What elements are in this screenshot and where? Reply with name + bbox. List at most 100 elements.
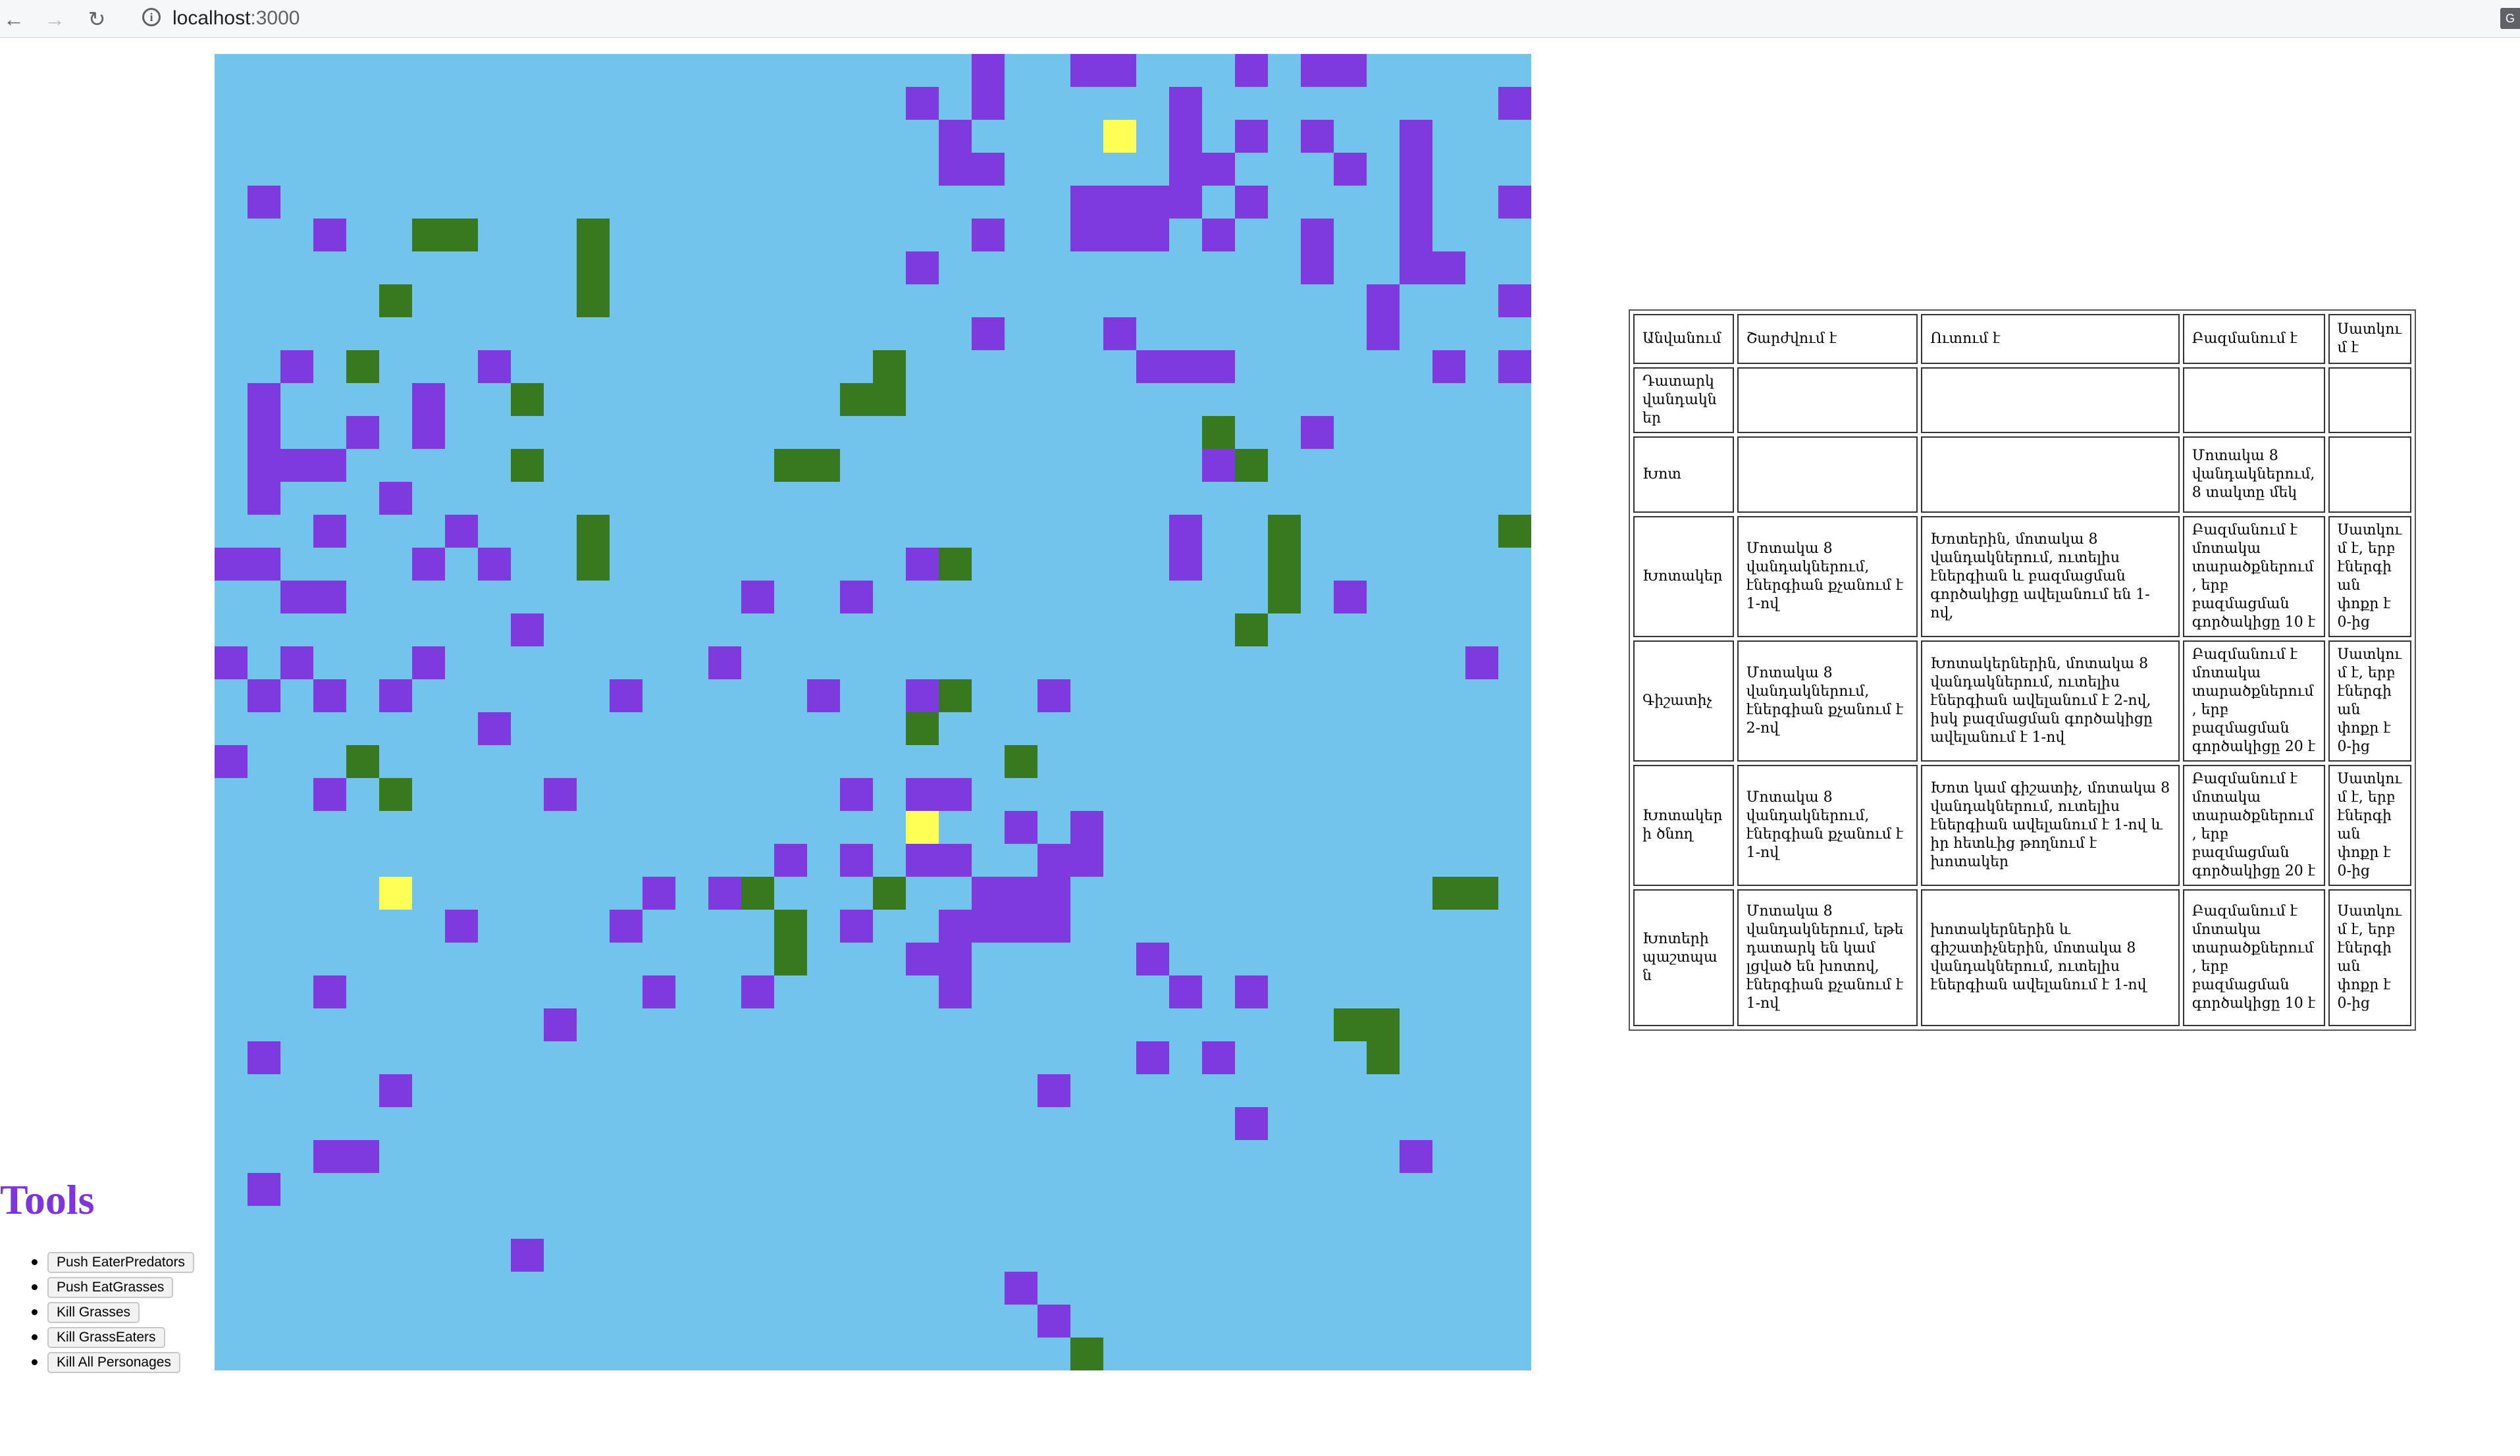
grass-cell — [906, 712, 939, 745]
grass-cell — [741, 877, 774, 910]
grass-cell — [1005, 745, 1037, 778]
list-item: Push EaterPredators — [47, 1249, 194, 1274]
grass-eater-cell — [1301, 219, 1334, 251]
kill-all-personages-button[interactable]: Kill All Personages — [47, 1352, 180, 1374]
grass-eater-cell — [248, 1041, 280, 1074]
url-text[interactable]: localhost:3000 — [172, 7, 300, 30]
grass-eater-cell — [248, 482, 280, 515]
predator-cell — [379, 877, 412, 910]
forward-icon[interactable]: → — [41, 5, 68, 33]
grass-cell — [774, 910, 807, 943]
address-bar[interactable]: i localhost:3000 — [126, 3, 2444, 34]
table-cell: Խոտերին, մոտակա 8 վանդակներում, ուտելիս … — [1921, 516, 2180, 637]
grass-eater-cell — [1400, 153, 1432, 186]
grass-cell — [577, 284, 610, 317]
back-icon[interactable]: ← — [0, 5, 28, 33]
grass-eater-cell — [643, 877, 675, 910]
grass-eater-cell — [248, 186, 280, 219]
grass-cell — [774, 943, 807, 975]
table-header-cell: Բազմանում է — [2182, 314, 2325, 364]
reload-icon[interactable]: ↻ — [83, 5, 111, 33]
grass-eater-cell — [939, 910, 972, 943]
grass-eater-cell — [840, 778, 873, 811]
grass-eater-cell — [478, 350, 511, 383]
grass-cell — [1235, 449, 1268, 482]
grass-eater-cell — [1400, 1140, 1432, 1173]
grass-eater-cell — [313, 679, 346, 712]
grass-cell — [840, 383, 873, 416]
table-cell: Մոտակա 8 վանդակներում, էներգիան քչանում … — [1737, 640, 1918, 762]
grass-eater-cell — [1498, 87, 1531, 120]
grass-eater-cell — [1235, 1107, 1268, 1140]
grass-eater-cell — [412, 416, 445, 449]
grass-eater-cell — [1136, 186, 1169, 219]
table-header-cell: Սատկում է — [2328, 314, 2411, 364]
table-cell: Սատկում է, երբ էներգիան փոքր է 0-ից — [2328, 889, 2411, 1026]
grass-eater-cell — [939, 943, 972, 975]
grass-eater-cell — [544, 1008, 577, 1041]
table-cell: Խոտակերի ծնող — [1633, 765, 1734, 886]
grass-eater-cell — [840, 844, 873, 877]
grass-cell — [873, 350, 906, 383]
site-info-icon[interactable]: i — [142, 8, 161, 26]
grass-eater-cell — [1070, 811, 1103, 844]
grass-eater-cell — [643, 975, 675, 1008]
table-header-row: Անվանում Շարժվում է Ուտում է Բազմանում է… — [1633, 314, 2411, 364]
grass-cell — [346, 745, 379, 778]
table-cell — [1921, 367, 2180, 433]
grass-eater-cell — [610, 910, 643, 943]
table-header-cell: Անվանում — [1633, 314, 1734, 364]
push-eat-grasses-button[interactable]: Push EatGrasses — [47, 1277, 174, 1299]
grass-eater-cell — [1169, 515, 1202, 548]
grass-eater-cell — [1070, 219, 1103, 251]
grass-eater-cell — [1301, 416, 1334, 449]
grass-eater-cell — [939, 975, 972, 1008]
grass-eater-cell — [544, 778, 577, 811]
grass-eater-cell — [1202, 350, 1235, 383]
table-cell — [2182, 367, 2325, 433]
grass-eater-cell — [906, 844, 939, 877]
grass-eater-cell — [346, 1140, 379, 1173]
grass-eater-cell — [1235, 975, 1268, 1008]
grass-eater-cell — [1334, 54, 1367, 87]
grass-cell — [774, 449, 807, 482]
kill-grass-eaters-button[interactable]: Kill GrassEaters — [47, 1327, 165, 1349]
list-item: Kill GrassEaters — [47, 1324, 194, 1349]
grass-cell — [939, 679, 972, 712]
table-cell: Բազմանում է մոտակա տարածքներում, երբ բազ… — [2182, 516, 2325, 637]
grass-eater-cell — [248, 679, 280, 712]
table-row: Գիշատիչ Մոտակա 8 վանդակներում, էներգիան … — [1633, 640, 2411, 762]
grass-eater-cell — [1037, 877, 1070, 910]
grass-eater-cell — [972, 877, 1005, 910]
grass-eater-cell — [445, 910, 478, 943]
grass-cell — [412, 219, 445, 251]
grass-eater-cell — [215, 745, 248, 778]
kill-grasses-button[interactable]: Kill Grasses — [47, 1302, 140, 1324]
table-cell: Խոտ — [1633, 436, 1734, 513]
grass-eater-cell — [412, 548, 445, 581]
grass-eater-cell — [445, 515, 478, 548]
grass-eater-cell — [1070, 844, 1103, 877]
grass-eater-cell — [1070, 54, 1103, 87]
grass-eater-cell — [1432, 350, 1465, 383]
translate-icon[interactable]: G — [2500, 8, 2520, 29]
table-row: Խոտակերի ծնող Մոտակա 8 վանդակներում, էնե… — [1633, 765, 2411, 886]
info-table: Անվանում Շարժվում է Ուտում է Բազմանում է… — [1629, 309, 2416, 1031]
grass-eater-cell — [1103, 317, 1136, 350]
grass-eater-cell — [1136, 1041, 1169, 1074]
grass-eater-cell — [1202, 1041, 1235, 1074]
grass-eater-cell — [1400, 120, 1432, 153]
grass-eater-cell — [1103, 219, 1136, 251]
grass-eater-cell — [1037, 844, 1070, 877]
grass-eater-cell — [215, 646, 248, 679]
grass-eater-cell — [1301, 120, 1334, 153]
grass-eater-cell — [248, 383, 280, 416]
grass-cell — [445, 219, 478, 251]
grass-eater-cell — [412, 646, 445, 679]
grass-eater-cell — [1202, 449, 1235, 482]
push-eater-predators-button[interactable]: Push EaterPredators — [47, 1252, 194, 1274]
grass-eater-cell — [1169, 87, 1202, 120]
grass-eater-cell — [478, 712, 511, 745]
grass-eater-cell — [248, 449, 280, 482]
grass-cell — [807, 449, 840, 482]
